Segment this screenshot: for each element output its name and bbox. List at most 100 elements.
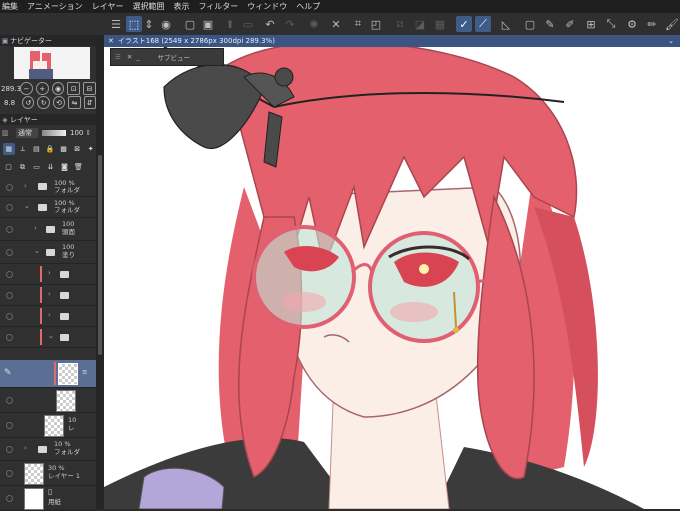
blend-mode-select[interactable]: 通常	[16, 127, 38, 138]
rotate-left-icon[interactable]: ↺	[22, 96, 35, 109]
undo-icon[interactable]: ↶	[262, 16, 278, 32]
opacity-slider[interactable]	[42, 129, 66, 136]
crop-alt-icon[interactable]: ◰	[368, 16, 384, 32]
visibility-icon[interactable]	[6, 184, 13, 191]
subview-close-icon[interactable]: ✕	[127, 53, 132, 61]
layer-row[interactable]: ›	[0, 306, 96, 327]
new-folder-icon[interactable]: ▭	[31, 162, 42, 173]
ruler-layer-icon[interactable]: ✦	[85, 144, 96, 155]
subview-menu-icon[interactable]: ☰	[115, 53, 121, 61]
spinner-icon[interactable]: ⇕	[144, 16, 154, 32]
layer-row[interactable]: ⌄	[0, 327, 96, 348]
mask-enable-icon[interactable]: ⊠	[72, 144, 83, 155]
layer-clip-icon[interactable]: ▦	[3, 143, 15, 155]
layer-row[interactable]: 30 % レイヤー 1	[0, 461, 96, 486]
loading-icon[interactable]: ✺	[306, 16, 322, 32]
brush-icon[interactable]: ✎	[542, 16, 558, 32]
chevron-right-icon[interactable]: ›	[48, 269, 51, 277]
redo-icon[interactable]: ↷	[282, 16, 298, 32]
chevron-right-icon[interactable]: ›	[24, 444, 27, 452]
document-tab[interactable]: ✕ イラスト168 (2549 x 2786px 300dpi 289.3%) …	[104, 35, 680, 47]
resize-icon[interactable]: ⤡	[603, 16, 619, 32]
chevron-down-icon[interactable]: ⌄	[34, 247, 40, 255]
merge-down-icon[interactable]: ⇊	[45, 162, 56, 173]
fit-icon[interactable]: ◺	[498, 16, 514, 32]
snap-icon[interactable]: ▦	[432, 16, 448, 32]
menu-animation[interactable]: アニメーション	[27, 1, 83, 12]
frame-icon[interactable]: ▢	[522, 16, 538, 32]
crop-icon[interactable]: ⌗	[350, 16, 366, 32]
new-vector-layer-icon[interactable]: ⧉	[17, 162, 28, 173]
menu-selection[interactable]: 選択範囲	[132, 1, 164, 12]
menu-icon[interactable]: ☰	[108, 16, 124, 32]
save-icon[interactable]: ▣	[200, 16, 216, 32]
menu-help[interactable]: ヘルプ	[296, 1, 320, 12]
chevron-right-icon[interactable]: ›	[24, 182, 27, 190]
visibility-icon[interactable]	[6, 470, 13, 477]
layer-row[interactable]: ⌄ 100 % フォルダ	[0, 197, 96, 218]
delete-layer-icon[interactable]: 🗑	[73, 162, 84, 173]
zoom-reset-icon[interactable]: ◉	[51, 82, 65, 95]
fit-window-icon[interactable]: ⊡	[67, 82, 81, 95]
menu-layer[interactable]: レイヤー	[92, 1, 124, 12]
visibility-icon[interactable]	[6, 292, 13, 299]
pen-snap-icon[interactable]: ✓	[456, 16, 472, 32]
brush-alt-icon[interactable]: ✐	[562, 16, 578, 32]
visibility-icon[interactable]	[6, 334, 13, 341]
layer-row-selected[interactable]: ✎ ≡	[0, 360, 96, 388]
navigator-preview[interactable]	[14, 47, 90, 79]
visibility-icon[interactable]	[6, 397, 13, 404]
chevron-right-icon[interactable]: ›	[48, 311, 51, 319]
flip-horizontal-icon[interactable]: ⇋	[68, 96, 81, 109]
grid-icon[interactable]: ⊞	[583, 16, 599, 32]
layer-row[interactable]: › 100 % フォルダ	[0, 178, 96, 197]
menu-window[interactable]: ウィンドウ	[247, 1, 287, 12]
rotate-reset-icon[interactable]: ⟲	[52, 96, 66, 109]
lock-transparent-icon[interactable]: ▩	[58, 144, 69, 155]
transform-icon[interactable]: ⬚	[126, 16, 142, 32]
zoom-in-icon[interactable]: +	[35, 82, 49, 95]
opacity-stepper-icon[interactable]: ⇕	[85, 129, 91, 137]
zoom-out-icon[interactable]: −	[20, 82, 33, 95]
layer-row[interactable]: › 10 % フォルダ	[0, 438, 96, 461]
new-canvas-icon[interactable]: ▢	[182, 16, 198, 32]
clear-icon[interactable]: ✕	[328, 16, 344, 32]
layer-view-icon[interactable]: ◉	[158, 16, 174, 32]
folder-icon[interactable]: ▭	[240, 16, 256, 32]
visibility-icon[interactable]	[6, 204, 13, 211]
visibility-icon[interactable]	[6, 249, 13, 256]
visibility-icon[interactable]	[6, 313, 13, 320]
reference-layer-icon[interactable]: ⟂	[18, 144, 29, 155]
chevron-down-icon[interactable]: ⌄	[48, 332, 54, 340]
settings-icon[interactable]: ⚙	[624, 16, 640, 32]
layer-mask-icon[interactable]: ◙	[59, 162, 70, 173]
ruler-off-icon[interactable]: ⧄	[392, 16, 408, 32]
chevron-down-icon[interactable]: ⌄	[668, 37, 674, 45]
scrollbar-thumb[interactable]	[98, 155, 102, 355]
layer-row[interactable]: ⌄ 100 塗り	[0, 241, 96, 264]
rotate-right-icon[interactable]: ↻	[37, 96, 50, 109]
layer-row[interactable]: 10 レ	[0, 413, 96, 438]
visibility-icon[interactable]	[6, 226, 13, 233]
layer-menu-icon[interactable]: ≡	[82, 369, 87, 376]
draft-layer-icon[interactable]: ▤	[31, 144, 42, 155]
visibility-icon[interactable]	[6, 271, 13, 278]
chevron-down-icon[interactable]: ⌄	[24, 202, 30, 210]
layer-scrollbar[interactable]	[96, 35, 104, 509]
pen-icon[interactable]: ⟋	[475, 16, 491, 32]
fit-navigator-icon[interactable]: ⊟	[83, 82, 96, 95]
visibility-icon[interactable]	[6, 495, 13, 502]
layer-row[interactable]: ▯ 用紙	[0, 486, 96, 511]
chevron-right-icon[interactable]: ›	[48, 290, 51, 298]
layer-row[interactable]: ›	[0, 285, 96, 306]
ruler-icon[interactable]: ◪	[412, 16, 428, 32]
flip-vertical-icon[interactable]: ⇵	[83, 96, 96, 109]
close-tab-icon[interactable]: ✕	[108, 37, 114, 45]
opacity-value[interactable]: 100	[70, 129, 83, 137]
layer-row[interactable]: › 100 頭面	[0, 218, 96, 241]
subview-panel[interactable]: ☰ ✕ _ サブビュー	[110, 48, 224, 66]
new-raster-layer-icon[interactable]: ▢	[3, 162, 14, 173]
canvas[interactable]	[104, 47, 680, 509]
layer-row[interactable]: ›	[0, 264, 96, 285]
visibility-icon[interactable]	[6, 446, 13, 453]
